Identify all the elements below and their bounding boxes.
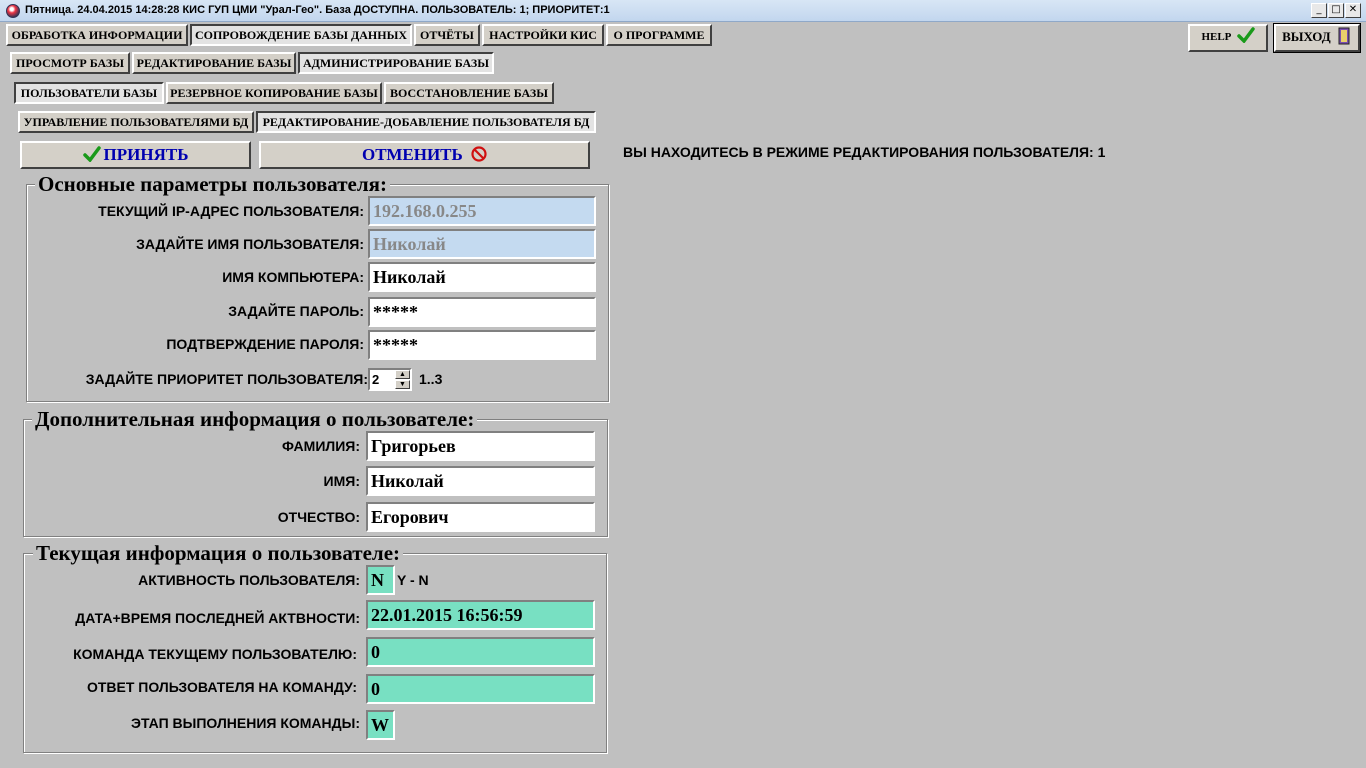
- computer-name-label: ИМЯ КОМПЬЮТЕРА:: [222, 269, 364, 285]
- tab-admin-db[interactable]: АДМИНИСТРИРОВАНИЕ БАЗЫ: [298, 52, 494, 74]
- password-field[interactable]: *****: [368, 297, 596, 327]
- tab-db-users[interactable]: ПОЛЬЗОВАТЕЛИ БАЗЫ: [14, 82, 164, 104]
- surname-field[interactable]: Григорьев: [366, 431, 595, 461]
- tab-reports[interactable]: ОТЧЁТЫ: [414, 24, 480, 46]
- stepper-down-icon[interactable]: ▼: [395, 380, 410, 389]
- firstname-label: ИМЯ:: [323, 473, 360, 489]
- stage-field[interactable]: W: [366, 710, 395, 740]
- ip-field[interactable]: 192.168.0.255: [368, 196, 596, 226]
- door-exit-icon: [1338, 27, 1350, 45]
- app-icon: [6, 4, 20, 18]
- confirm-password-field[interactable]: *****: [368, 330, 596, 360]
- help-button[interactable]: HELP: [1188, 24, 1268, 52]
- checkmark-icon: [1236, 27, 1255, 44]
- help-label: HELP: [1201, 31, 1231, 43]
- surname-label: ФАМИЛИЯ:: [281, 438, 360, 454]
- last-activity-label: ДАТА+ВРЕМЯ ПОСЛЕДНЕЙ АКТВНОСТИ:: [75, 610, 360, 626]
- cancel-label: ОТМЕНИТЬ: [362, 145, 463, 164]
- username-label: ЗАДАЙТЕ ИМЯ ПОЛЬЗОВАТЕЛЯ:: [136, 236, 364, 252]
- tab-edit-db[interactable]: РЕДАКТИРОВАНИЕ БАЗЫ: [132, 52, 296, 74]
- confirm-password-label: ПОДТВЕРЖДЕНИЕ ПАРОЛЯ:: [166, 336, 364, 352]
- stage-label: ЭТАП ВЫПОЛНЕНИЯ КОМАНДЫ:: [131, 715, 360, 731]
- activity-field[interactable]: N: [366, 565, 395, 595]
- activity-label: АКТИВНОСТЬ ПОЛЬЗОВАТЕЛЯ:: [138, 572, 360, 588]
- tab-user-management[interactable]: УПРАВЛЕНИЕ ПОЛЬЗОВАТЕЛЯМИ БД: [18, 111, 254, 133]
- priority-value: 2: [372, 372, 380, 387]
- tab-backup[interactable]: РЕЗЕРВНОЕ КОПИРОВАНИЕ БАЗЫ: [166, 82, 382, 104]
- tab-edit-add-user[interactable]: РЕДАКТИРОВАНИЕ-ДОБАВЛЕНИЕ ПОЛЬЗОВАТЕЛЯ Б…: [256, 111, 596, 133]
- tab-settings[interactable]: НАСТРОЙКИ КИС: [482, 24, 604, 46]
- window-title: Пятница. 24.04.2015 14:28:28 КИС ГУП ЦМИ…: [25, 4, 610, 16]
- last-activity-field[interactable]: 22.01.2015 16:56:59: [366, 600, 595, 630]
- cancel-button[interactable]: ОТМЕНИТЬ: [259, 141, 590, 169]
- stepper-up-icon[interactable]: ▲: [395, 370, 410, 379]
- accept-button[interactable]: ПРИНЯТЬ: [20, 141, 251, 169]
- command-field[interactable]: 0: [366, 637, 595, 667]
- priority-label: ЗАДАЙТЕ ПРИОРИТЕТ ПОЛЬЗОВАТЕЛЯ:: [85, 371, 368, 387]
- patronymic-field[interactable]: Егорович: [366, 502, 595, 532]
- stepper-buttons: ▲ ▼: [395, 370, 410, 389]
- tab-about[interactable]: О ПРОГРАММЕ: [606, 24, 712, 46]
- accept-label: ПРИНЯТЬ: [103, 145, 189, 164]
- checkmark-icon: [82, 146, 101, 163]
- priority-range: 1..3: [419, 371, 443, 387]
- exit-button[interactable]: ВЫХОД: [1273, 23, 1361, 53]
- password-label: ЗАДАЙТЕ ПАРОЛЬ:: [228, 303, 364, 319]
- tab-restore[interactable]: ВОССТАНОВЛЕНИЕ БАЗЫ: [384, 82, 554, 104]
- exit-label: ВЫХОД: [1282, 29, 1331, 44]
- command-label: КОМАНДА ТЕКУЩЕМУ ПОЛЬЗОВАТЕЛЮ:: [73, 646, 357, 662]
- response-field[interactable]: 0: [366, 674, 595, 704]
- minimize-button[interactable]: _: [1311, 3, 1327, 18]
- close-button[interactable]: ✕: [1345, 3, 1361, 18]
- current-info-title: Текущая информация о пользователе:: [33, 542, 404, 564]
- response-label: ОТВЕТ ПОЛЬЗОВАТЕЛЯ НА КОМАНДУ:: [86, 679, 357, 695]
- maximize-button[interactable]: □: [1328, 3, 1344, 18]
- computer-name-field[interactable]: Николай: [368, 262, 596, 292]
- basic-params-title: Основные параметры пользователя:: [35, 173, 391, 195]
- tab-view-db[interactable]: ПРОСМОТР БАЗЫ: [10, 52, 130, 74]
- activity-hint: Y - N: [397, 572, 429, 588]
- username-field[interactable]: Николай: [368, 229, 596, 259]
- extra-info-title: Дополнительная информация о пользователе…: [32, 408, 478, 430]
- priority-stepper[interactable]: 2 ▲ ▼: [368, 368, 412, 391]
- ip-label: ТЕКУЩИЙ IP-АДРЕС ПОЛЬЗОВАТЕЛЯ:: [98, 203, 364, 219]
- tab-processing[interactable]: ОБРАБОТКА ИНФОРМАЦИИ: [6, 24, 188, 46]
- firstname-field[interactable]: Николай: [366, 466, 595, 496]
- title-bar: Пятница. 24.04.2015 14:28:28 КИС ГУП ЦМИ…: [0, 0, 1366, 22]
- patronymic-label: ОТЧЕСТВО:: [277, 509, 360, 525]
- forbidden-icon: [471, 146, 487, 162]
- tab-db-support[interactable]: СОПРОВОЖДЕНИЕ БАЗЫ ДАННЫХ: [190, 24, 412, 46]
- edit-mode-status: ВЫ НАХОДИТЕСЬ В РЕЖИМЕ РЕДАКТИРОВАНИЯ ПО…: [623, 144, 1106, 160]
